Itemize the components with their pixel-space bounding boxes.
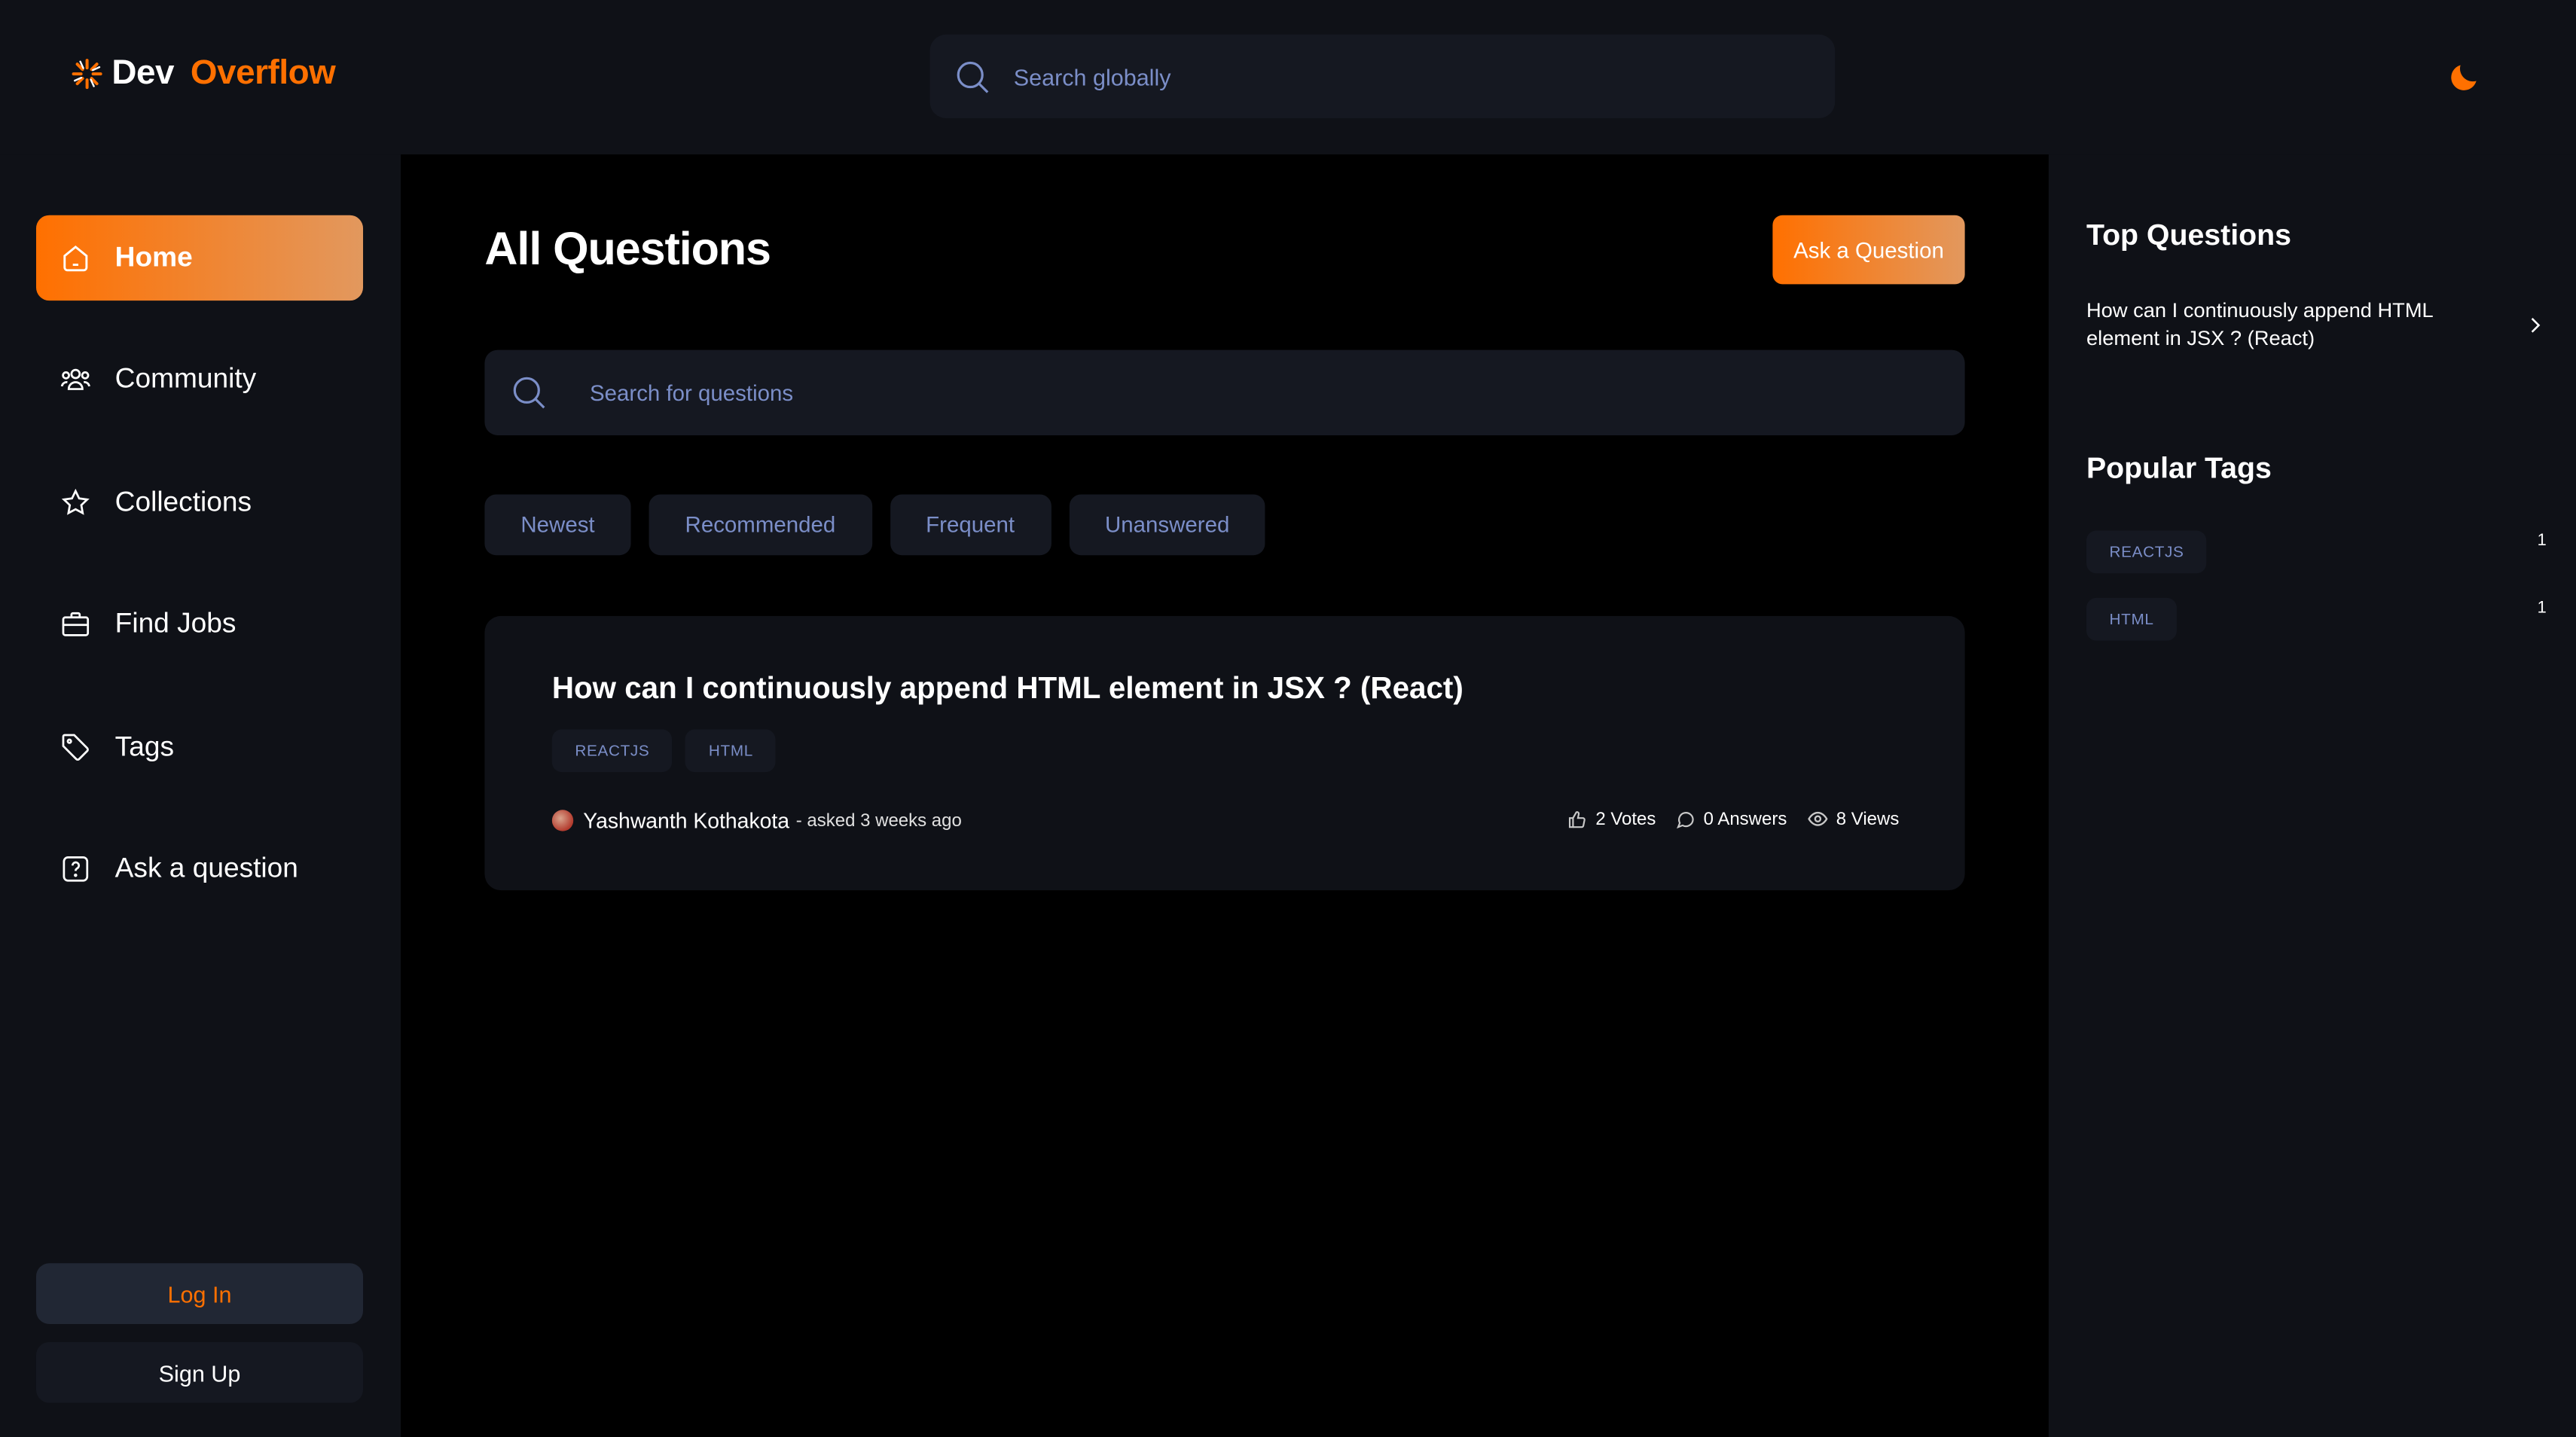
tag-icon — [60, 731, 93, 764]
sidebar-item-label: Community — [114, 363, 257, 395]
home-icon — [60, 242, 93, 275]
popular-tag-row: REACTJS 1 — [2086, 530, 2547, 574]
users-icon — [60, 363, 93, 396]
signup-button[interactable]: Sign Up — [35, 1341, 364, 1403]
top-question-item[interactable]: How can I continuously append HTML eleme… — [2086, 297, 2547, 353]
question-meta: Yashwanth Kothakota - asked 3 weeks ago — [551, 808, 962, 833]
logo-text-dev: Dev — [111, 53, 175, 93]
sidebar-item-label: Collections — [114, 486, 252, 518]
tag-count: 1 — [2537, 600, 2547, 618]
moon-icon[interactable] — [2446, 59, 2483, 96]
login-button[interactable]: Log In — [35, 1263, 364, 1324]
sidebar-item-collections[interactable]: Collections — [36, 460, 363, 545]
logo-icon — [72, 59, 102, 90]
logo-text-overflow: Overflow — [190, 53, 336, 93]
chevron-right-icon — [2531, 318, 2541, 333]
tag-count: 1 — [2537, 532, 2547, 551]
tag-chip[interactable]: REACTJS — [551, 729, 673, 773]
star-icon — [60, 487, 93, 520]
logo[interactable]: Dev Overflow — [69, 54, 336, 93]
sidebar-item-label: Tags — [114, 731, 175, 763]
eye-icon — [1807, 811, 1827, 826]
sidebar-item-tags[interactable]: Tags — [36, 705, 363, 790]
question-icon — [60, 853, 93, 886]
top-question-text: How can I continuously append HTML eleme… — [2086, 298, 2433, 350]
ask-question-button[interactable]: Ask a Question — [1772, 215, 1965, 285]
tag-chip[interactable]: HTML — [685, 729, 777, 773]
right-sidebar: Top Questions How can I continuously app… — [2048, 154, 2576, 1437]
tag-chip[interactable]: REACTJS — [2086, 530, 2208, 574]
popular-tags-title: Popular Tags — [2086, 451, 2272, 485]
avatar[interactable] — [551, 810, 574, 831]
question-title[interactable]: How can I continuously append HTML eleme… — [552, 670, 1463, 706]
votes-stat: 2 Votes — [1567, 809, 1656, 828]
sidebar-item-find-jobs[interactable]: Find Jobs — [36, 581, 363, 667]
views-stat: 8 Views — [1806, 808, 1899, 829]
question-card: How can I continuously append HTML eleme… — [484, 615, 1965, 891]
asked-time: - asked 3 weeks ago — [795, 810, 962, 831]
filter-newest[interactable]: Newest — [484, 494, 631, 556]
sidebar-item-label: Home — [114, 241, 193, 273]
app-root: Dev Overflow Home Community — [0, 0, 2576, 1437]
votes-count: 2 Votes — [1595, 809, 1656, 829]
author-name[interactable]: Yashwanth Kothakota — [583, 808, 789, 833]
search-icon — [957, 60, 989, 93]
sidebar-item-label: Find Jobs — [114, 608, 237, 639]
tag-chip[interactable]: HTML — [2086, 597, 2178, 641]
sidebar-item-label: Ask a question — [114, 852, 298, 884]
question-tags: REACTJS HTML — [551, 729, 777, 773]
like-icon — [1569, 810, 1586, 828]
question-search-bar[interactable] — [484, 349, 1965, 435]
main-content: All Questions Ask a Question Newest Reco… — [401, 154, 2049, 1437]
views-count: 8 Views — [1836, 809, 1900, 829]
answers-stat: 0 Answers — [1676, 809, 1787, 828]
global-search-bar[interactable] — [929, 34, 1836, 119]
filter-recommended[interactable]: Recommended — [649, 494, 872, 556]
filter-unanswered[interactable]: Unanswered — [1069, 494, 1266, 556]
global-search-input[interactable] — [1013, 63, 1770, 90]
sidebar-item-home[interactable]: Home — [35, 215, 364, 301]
popular-tag-row: HTML 1 — [2086, 597, 2547, 641]
message-icon — [1676, 810, 1694, 828]
filter-frequent[interactable]: Frequent — [890, 494, 1051, 556]
left-sidebar: Home Community Collections Find Jobs Tag… — [0, 154, 401, 1437]
search-icon — [513, 377, 545, 409]
filter-tabs: Newest Recommended Frequent Unanswered — [484, 494, 1266, 556]
top-navbar: Dev Overflow — [0, 0, 2576, 155]
top-questions-title: Top Questions — [2086, 218, 2291, 252]
question-stats: 2 Votes 0 Answers 8 Views — [1567, 808, 1899, 829]
sidebar-item-ask-question[interactable]: Ask a question — [36, 826, 363, 911]
page-title: All Questions — [484, 223, 771, 275]
sidebar-item-community[interactable]: Community — [36, 337, 363, 422]
briefcase-icon — [60, 608, 93, 641]
question-search-input[interactable] — [590, 380, 1872, 405]
answers-count: 0 Answers — [1703, 809, 1787, 829]
